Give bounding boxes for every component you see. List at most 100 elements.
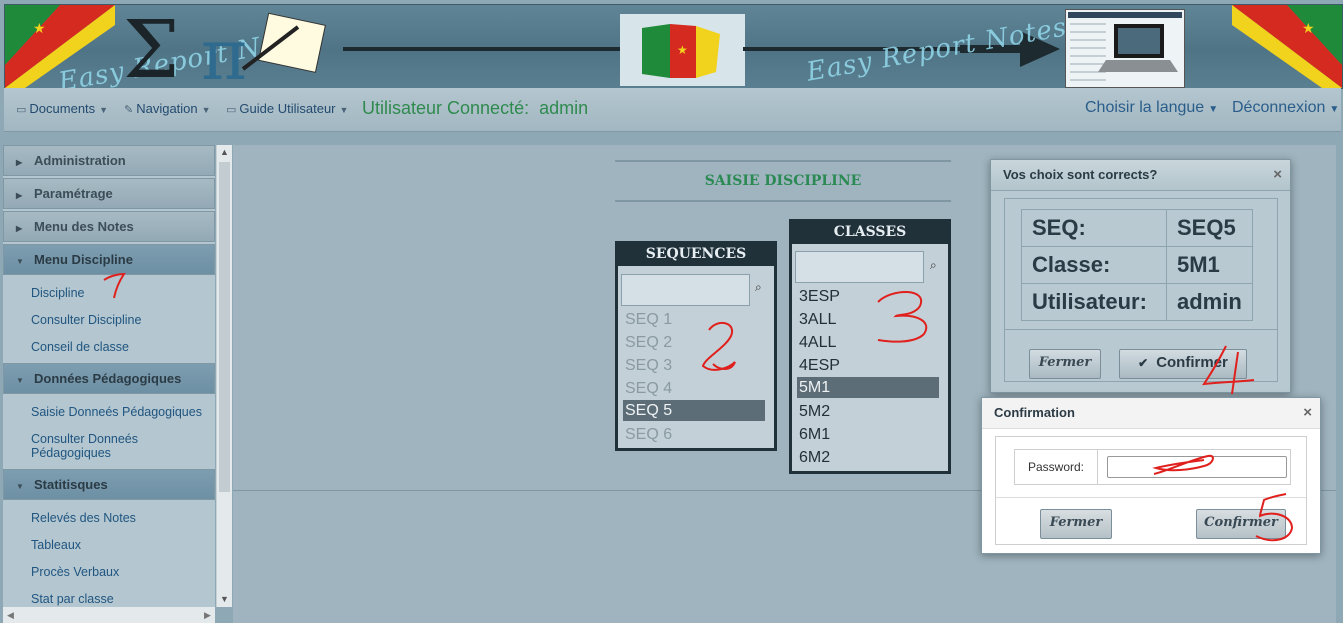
page-title-block: SAISIE DISCIPLINE [615, 160, 951, 202]
class-option[interactable]: 3ALL [797, 309, 939, 330]
caret-down-icon: ▼ [99, 105, 109, 115]
sidebar-group-discipline: Discipline Consulter Discipline Conseil … [3, 277, 215, 363]
top-navbar: ▭ Documents ▼ ✎ Navigation ▼ ▭ Guide Utilisat… [4, 88, 1341, 132]
table-row: Utilisateur: admin [1021, 283, 1253, 321]
scroll-right-icon[interactable]: ▶ [200, 607, 215, 623]
report-card-image [1065, 9, 1185, 88]
sidebar-section-parametrage[interactable]: ▶ Paramétrage [3, 178, 215, 209]
sigma-pi-logo: Σ π [123, 7, 326, 87]
sequence-option[interactable]: SEQ 3 [623, 355, 765, 376]
triangle-down-icon: ▼ [16, 257, 24, 266]
sequences-title: SEQUENCES [618, 244, 774, 266]
triangle-down-icon: ▼ [16, 376, 24, 385]
sidebar-accordion: ▶ Administration ▶ Paramétrage ▶ Menu des N… [3, 145, 215, 607]
pencil-icon: ✎ [124, 104, 134, 116]
sidebar-section-menu-discipline[interactable]: ▼ Menu Discipline [3, 244, 215, 275]
password-input[interactable] [1107, 456, 1287, 478]
close-icon[interactable]: × [1303, 398, 1312, 428]
sidebar-section-statistiques[interactable]: ▼ Statitisques [3, 469, 215, 500]
menu-guide[interactable]: ▭ Guide Utilisateur ▼ [226, 101, 348, 116]
summary-label: SEQ: [1021, 209, 1167, 247]
summary-label: Utilisateur: [1021, 283, 1167, 321]
caret-down-icon: ▼ [201, 105, 211, 115]
connected-user-label: Utilisateur Connecté: [362, 98, 530, 118]
sidebar-section-donnees-pedagogiques[interactable]: ▼ Données Pédagogiques [3, 363, 215, 394]
summary-label: Classe: [1021, 246, 1167, 284]
sidebar-section-menu-notes[interactable]: ▶ Menu des Notes [3, 211, 215, 242]
close-icon[interactable]: × [1273, 160, 1282, 190]
page-title: SAISIE DISCIPLINE [704, 173, 862, 189]
document-icon: ▭ [226, 104, 237, 116]
sidebar-item-consulter-donnees[interactable]: Consulter Donneés Pédagogiques [3, 426, 215, 467]
sidebar-item-tableaux[interactable]: Tableaux [3, 532, 215, 559]
sidebar-item-stat-classe[interactable]: Stat par classe [3, 586, 215, 607]
sidebar-item-releves[interactable]: Relevés des Notes [3, 505, 215, 532]
summary-value: 5M1 [1166, 246, 1253, 284]
summary-value: SEQ5 [1166, 209, 1253, 247]
sidebar-item-conseil-de-classe[interactable]: Conseil de classe [3, 334, 215, 361]
password-row: Password: [1014, 449, 1291, 485]
check-icon: ✔ [1138, 356, 1149, 370]
menu-language-label: Choisir la langue [1085, 99, 1205, 116]
classes-listbox: CLASSES ⌕ 3ESP 3ALL 4ALL 4ESP 5M1 5M2 6M… [789, 219, 951, 474]
table-row: Classe: 5M1 [1021, 246, 1253, 284]
choices-dialog-body: SEQ: SEQ5 Classe: 5M1 Utilisateur: admin… [1004, 198, 1278, 382]
sidebar-scrollbar-horizontal[interactable]: ◀ ▶ [3, 607, 215, 623]
banner-divider [343, 47, 623, 51]
class-option[interactable]: 6M2 [797, 447, 939, 468]
menu-language[interactable]: Choisir la langue ▼ [1085, 99, 1218, 117]
class-option[interactable]: 5M2 [797, 401, 939, 422]
sidebar-item-saisie-donnees[interactable]: Saisie Donneés Pédagogiques [3, 399, 215, 426]
confirm-button[interactable]: ✔ Confirmer [1119, 349, 1247, 379]
scrollbar-thumb[interactable] [219, 162, 230, 492]
menu-logout-label: Déconnexion [1232, 99, 1326, 116]
svg-text:★: ★ [1302, 20, 1315, 36]
confirmation-dialog-body: Password: Fermer Confirmer [995, 436, 1307, 545]
sidebar-item-discipline[interactable]: Discipline [3, 280, 215, 307]
sidebar-item-consulter-discipline[interactable]: Consulter Discipline [3, 307, 215, 334]
sequences-listbox: SEQUENCES ⌕ SEQ 1 SEQ 2 SEQ 3 SEQ 4 SEQ … [615, 241, 777, 451]
cameroon-flag-right: ★ [1232, 5, 1342, 88]
sequence-option-selected[interactable]: SEQ 5 [623, 400, 765, 421]
sidebar-item-proces-verbaux[interactable]: Procès Verbaux [3, 559, 215, 586]
close-button[interactable]: Fermer [1040, 509, 1112, 539]
scroll-up-icon[interactable]: ▲ [217, 145, 232, 160]
sequence-option[interactable]: SEQ 4 [623, 378, 765, 399]
sidebar-scrollbar-vertical[interactable]: ▲ ▼ [216, 145, 232, 607]
class-option[interactable]: 3ESP [797, 286, 939, 307]
class-option[interactable]: 6M1 [797, 424, 939, 445]
triangle-right-icon: ▶ [16, 158, 23, 167]
document-icon: ▭ [16, 104, 27, 116]
caret-down-icon: ▼ [1208, 104, 1219, 115]
scroll-down-icon[interactable]: ▼ [217, 592, 232, 607]
classes-title: CLASSES [792, 222, 948, 244]
svg-text:★: ★ [677, 43, 688, 57]
sequence-option[interactable]: SEQ 1 [623, 309, 765, 330]
confirm-button[interactable]: Confirmer [1196, 509, 1286, 539]
password-label: Password: [1015, 450, 1098, 484]
sidebar-section-label: Menu Discipline [34, 252, 133, 267]
menu-documents-label: Documents [29, 101, 96, 116]
class-option-selected[interactable]: 5M1 [797, 377, 939, 398]
search-icon[interactable]: ⌕ [755, 280, 762, 295]
scroll-left-icon[interactable]: ◀ [3, 607, 18, 623]
sequence-option[interactable]: SEQ 2 [623, 332, 765, 353]
class-option[interactable]: 4ALL [797, 332, 939, 353]
sidebar-section-label: Menu des Notes [34, 219, 134, 234]
sidebar-group-statistiques: Relevés des Notes Tableaux Procès Verbau… [3, 502, 215, 607]
sequence-option[interactable]: SEQ 6 [623, 424, 765, 445]
dialog-separator [1005, 329, 1277, 330]
classes-search-input[interactable] [795, 251, 924, 283]
choices-summary-table: SEQ: SEQ5 Classe: 5M1 Utilisateur: admin [1021, 209, 1253, 321]
close-button[interactable]: Fermer [1029, 349, 1101, 379]
sidebar-group-pedagogiques: Saisie Donneés Pédagogiques Consulter Do… [3, 396, 215, 469]
triangle-down-icon: ▼ [16, 482, 24, 491]
menu-navigation[interactable]: ✎ Navigation ▼ [124, 101, 211, 116]
menu-logout[interactable]: Déconnexion ▼ [1232, 99, 1339, 117]
class-option[interactable]: 4ESP [797, 355, 939, 376]
sidebar-section-administration[interactable]: ▶ Administration [3, 145, 215, 176]
menu-documents[interactable]: ▭ Documents ▼ [16, 101, 108, 116]
sequences-search-input[interactable] [621, 274, 750, 306]
triangle-right-icon: ▶ [16, 191, 23, 200]
search-icon[interactable]: ⌕ [930, 258, 937, 273]
